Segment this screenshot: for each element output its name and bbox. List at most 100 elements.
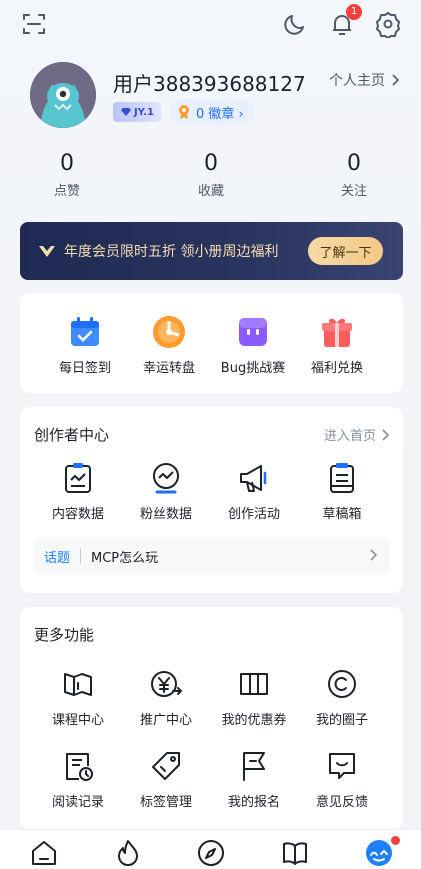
vip-crown-icon bbox=[39, 246, 55, 257]
book-icon bbox=[61, 667, 95, 701]
gift-box-icon bbox=[320, 315, 354, 349]
more-feedback[interactable]: 意见反馈 bbox=[297, 749, 387, 810]
more-item-label: 推广中心 bbox=[139, 713, 192, 728]
more-item-label: 我的圈子 bbox=[315, 713, 368, 728]
medal-label: 0 徽章 › bbox=[196, 106, 244, 122]
stat-following[interactable]: 0 关注 bbox=[314, 150, 394, 199]
more-features-card: 更多功能 课程中心 推广中心 我的优惠券 我的圈子 阅读记录 标签管理 我的报名… bbox=[20, 607, 403, 829]
yen-promotion-icon bbox=[149, 667, 183, 701]
tab-me[interactable] bbox=[364, 836, 400, 868]
bottom-tab-bar bbox=[0, 829, 421, 869]
more-promotion-center[interactable]: 推广中心 bbox=[121, 667, 211, 728]
topic-bar[interactable]: 话题 MCP怎么玩 bbox=[34, 538, 389, 574]
quick-action-label: 福利兑换 bbox=[310, 361, 363, 376]
more-item-label: 我的优惠券 bbox=[221, 713, 287, 728]
tab-courses[interactable] bbox=[280, 838, 310, 868]
reading-history-icon bbox=[61, 749, 95, 783]
notification-count-badge: 1 bbox=[346, 4, 362, 20]
creator-drafts[interactable]: 草稿箱 bbox=[297, 461, 387, 522]
tab-discover[interactable] bbox=[196, 838, 226, 868]
topic-text: MCP怎么玩 bbox=[91, 550, 159, 566]
medal-icon bbox=[179, 105, 189, 119]
stat-label: 收藏 bbox=[197, 184, 224, 199]
more-item-label: 标签管理 bbox=[139, 795, 192, 810]
unread-dot bbox=[391, 836, 400, 845]
stat-value: 0 bbox=[60, 151, 74, 176]
flag-icon bbox=[237, 749, 271, 783]
home-icon bbox=[32, 841, 56, 865]
top-bar: 1 bbox=[0, 0, 421, 50]
more-my-coupons[interactable]: 我的优惠券 bbox=[209, 667, 299, 728]
tab-hot[interactable] bbox=[113, 838, 143, 868]
more-features-title: 更多功能 bbox=[34, 626, 95, 644]
quick-action-label: 每日签到 bbox=[58, 361, 111, 376]
homepage-label: 个人主页 bbox=[329, 73, 385, 89]
topic-divider bbox=[80, 548, 82, 564]
stat-value: 0 bbox=[204, 151, 218, 176]
creator-center-title: 创作者中心 bbox=[34, 426, 110, 444]
username: 用户388393688127 bbox=[113, 72, 306, 96]
tab-home[interactable] bbox=[29, 838, 59, 868]
dark-mode-icon[interactable] bbox=[281, 10, 309, 38]
topic-tag: 话题 bbox=[44, 550, 71, 566]
more-item-label: 阅读记录 bbox=[51, 795, 104, 810]
creator-link-label: 进入首页 bbox=[323, 429, 376, 444]
creator-item-label: 粉丝数据 bbox=[139, 507, 192, 522]
vip-banner[interactable]: 年度会员限时五折 领小册周边福利 了解一下 bbox=[20, 222, 403, 280]
bug-robot-icon bbox=[236, 315, 270, 349]
more-item-label: 课程中心 bbox=[51, 713, 104, 728]
avatar[interactable] bbox=[30, 62, 96, 128]
creator-content-data[interactable]: 内容数据 bbox=[33, 461, 123, 522]
creator-fans-data[interactable]: 粉丝数据 bbox=[121, 461, 211, 522]
creator-item-label: 创作活动 bbox=[227, 507, 280, 522]
stat-likes[interactable]: 0 点赞 bbox=[27, 150, 107, 199]
quick-actions-card: 每日签到 幸运转盘 Bug挑战赛 福利兑换 bbox=[20, 293, 403, 393]
open-book-icon bbox=[283, 842, 307, 865]
profile-header: 用户388393688127 个人主页 JY.1 0 徽章 › bbox=[0, 60, 421, 140]
diamond-icon bbox=[120, 108, 131, 116]
compass-icon bbox=[198, 840, 224, 866]
quick-action-rewards[interactable]: 福利兑换 bbox=[292, 315, 382, 376]
stat-value: 0 bbox=[347, 151, 361, 176]
more-my-registrations[interactable]: 我的报名 bbox=[209, 749, 299, 810]
more-my-circles[interactable]: 我的圈子 bbox=[297, 667, 387, 728]
feedback-icon bbox=[325, 749, 359, 783]
chevron-right-icon bbox=[392, 74, 399, 86]
vip-learn-more-button[interactable]: 了解一下 bbox=[308, 237, 383, 265]
quick-action-label: 幸运转盘 bbox=[142, 361, 195, 376]
scan-icon[interactable] bbox=[20, 10, 48, 38]
more-reading-history[interactable]: 阅读记录 bbox=[33, 749, 123, 810]
level-label: JY.1 bbox=[133, 106, 155, 118]
creator-enter-home-link[interactable]: 进入首页 bbox=[324, 425, 389, 444]
homepage-link[interactable]: 个人主页 bbox=[329, 70, 399, 90]
megaphone-icon bbox=[237, 461, 271, 495]
creator-item-label: 草稿箱 bbox=[322, 507, 362, 522]
chevron-right-icon bbox=[382, 428, 389, 441]
settings-gear-icon[interactable] bbox=[374, 10, 402, 39]
chevron-right-icon bbox=[370, 549, 377, 561]
fans-data-icon bbox=[149, 461, 183, 495]
stats-row: 0 点赞 0 收藏 0 关注 bbox=[0, 150, 421, 200]
notification-bell-icon[interactable]: 1 bbox=[328, 4, 362, 38]
medal-pill[interactable]: 0 徽章 › bbox=[170, 99, 254, 125]
more-tag-management[interactable]: 标签管理 bbox=[121, 749, 211, 810]
level-badge[interactable]: JY.1 bbox=[113, 102, 161, 122]
mascot-icon bbox=[366, 840, 392, 866]
circle-icon bbox=[325, 667, 359, 701]
quick-action-bug-challenge[interactable]: Bug挑战赛 bbox=[208, 315, 298, 376]
more-item-label: 意见反馈 bbox=[315, 795, 368, 810]
stat-label: 关注 bbox=[340, 184, 367, 199]
quick-action-checkin[interactable]: 每日签到 bbox=[40, 315, 130, 376]
creator-activities[interactable]: 创作活动 bbox=[209, 461, 299, 522]
quick-action-lucky-wheel[interactable]: 幸运转盘 bbox=[124, 315, 214, 376]
stat-label: 点赞 bbox=[53, 184, 80, 199]
draft-box-icon bbox=[325, 461, 359, 495]
tag-icon bbox=[149, 749, 183, 783]
lucky-wheel-icon bbox=[152, 315, 186, 349]
creator-item-label: 内容数据 bbox=[51, 507, 104, 522]
stat-favorites[interactable]: 0 收藏 bbox=[171, 150, 251, 199]
more-course-center[interactable]: 课程中心 bbox=[33, 667, 123, 728]
content-data-icon bbox=[61, 461, 95, 495]
creator-center-card: 创作者中心 进入首页 内容数据 粉丝数据 创作活动 草稿箱 话题 MCP怎么玩 bbox=[20, 407, 403, 593]
vip-banner-text: 年度会员限时五折 领小册周边福利 bbox=[64, 244, 279, 260]
